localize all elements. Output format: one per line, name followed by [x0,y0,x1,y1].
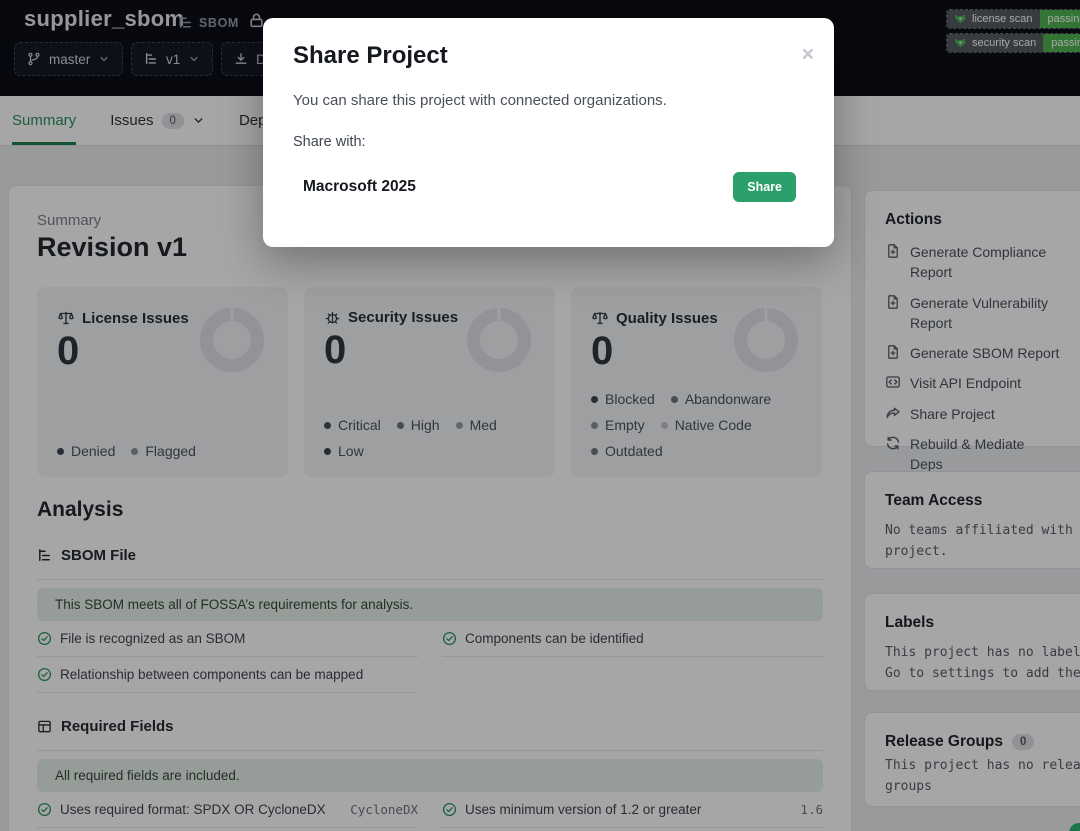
modal-title: Share Project [293,42,804,70]
share-button[interactable]: Share [733,172,796,202]
app-root: supplier_sbom SBOM master v1 [0,0,1080,831]
organization-name: Macrosoft 2025 [293,178,416,196]
share-target-row: Macrosoft 2025 Share [293,172,804,202]
share-with-label: Share with: [293,134,804,150]
share-project-modal: × Share Project You can share this proje… [263,18,834,247]
modal-description: You can share this project with connecte… [293,92,804,109]
close-icon[interactable]: × [802,44,814,65]
